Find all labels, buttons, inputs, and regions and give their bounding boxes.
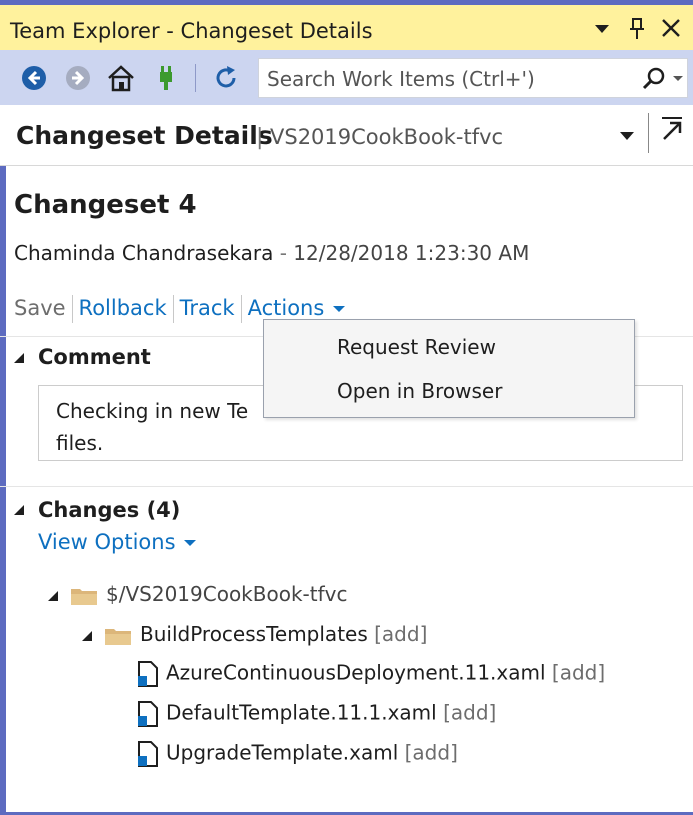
xaml-file-icon xyxy=(138,701,158,727)
search-box[interactable] xyxy=(258,58,688,98)
window-title: Team Explorer - Changeset Details xyxy=(10,19,373,43)
tree-node-label: DefaultTemplate.11.1.xaml xyxy=(166,700,437,725)
menu-item-label: Open in Browser xyxy=(337,379,503,403)
menu-item-label: Request Review xyxy=(337,335,496,359)
project-name: VS2019CookBook-tfvc xyxy=(270,125,504,149)
comment-heading[interactable]: Comment xyxy=(38,345,151,369)
undock-icon[interactable] xyxy=(658,115,686,147)
change-type-tag: [add] xyxy=(404,740,458,765)
actions-menu: Request Review Open in Browser xyxy=(263,319,635,418)
view-options-dropdown[interactable]: View Options xyxy=(38,530,198,554)
back-icon[interactable] xyxy=(20,64,48,92)
action-separator xyxy=(172,295,174,323)
page-title: Changeset Details xyxy=(16,121,273,150)
window-menu-dropdown-icon[interactable] xyxy=(594,17,610,49)
xaml-file-icon xyxy=(138,741,158,767)
folder-icon xyxy=(105,628,131,645)
rollback-link[interactable]: Rollback xyxy=(79,296,167,320)
header-divider xyxy=(648,113,649,153)
change-type-tag: [add] xyxy=(551,660,606,685)
changeset-author-line: Chaminda Chandrasekara - 12/28/2018 1:23… xyxy=(14,241,529,265)
close-icon[interactable] xyxy=(660,17,682,46)
save-link[interactable]: Save xyxy=(14,296,66,320)
change-type-tag: [add] xyxy=(443,700,497,725)
toolbar xyxy=(0,50,693,105)
tree-node-file[interactable]: AzureContinuousDeployment.11.xaml [add] xyxy=(136,660,605,688)
tree-node-label: $/VS2019CookBook-tfvc xyxy=(106,582,348,606)
changeset-date: 12/28/2018 1:23:30 AM xyxy=(293,241,530,265)
action-separator xyxy=(240,295,242,323)
menu-item-open-in-browser[interactable]: Open in Browser xyxy=(264,370,634,414)
comment-collapse-icon[interactable] xyxy=(12,350,26,369)
view-options-chevron-down-icon xyxy=(184,540,197,546)
section-divider xyxy=(0,486,693,487)
track-link[interactable]: Track xyxy=(180,296,235,320)
expand-icon[interactable] xyxy=(46,589,60,603)
page-dropdown-icon[interactable] xyxy=(618,125,636,149)
page-header: Changeset Details | VS2019CookBook-tfvc xyxy=(0,105,693,166)
xaml-file-icon xyxy=(138,661,158,687)
toolbar-separator xyxy=(195,64,196,92)
connect-icon[interactable] xyxy=(152,64,180,92)
actions-dropdown[interactable]: Actions xyxy=(248,296,347,320)
tree-node-label: UpgradeTemplate.xaml xyxy=(166,740,399,765)
pin-icon[interactable] xyxy=(627,17,647,48)
changeset-name: Changeset 4 xyxy=(14,190,197,220)
view-options-label: View Options xyxy=(38,530,176,554)
changes-collapse-icon[interactable] xyxy=(12,502,26,521)
change-type-tag: [add] xyxy=(374,622,428,646)
tree-node-folder[interactable]: BuildProcessTemplates [add] xyxy=(80,622,427,646)
refresh-icon[interactable] xyxy=(212,64,240,92)
changeset-author: Chaminda Chandrasekara xyxy=(14,241,274,265)
comment-line: files. xyxy=(56,431,104,455)
search-input[interactable] xyxy=(265,63,629,95)
search-dropdown-icon[interactable] xyxy=(671,68,685,92)
menu-item-request-review[interactable]: Request Review xyxy=(264,326,634,370)
tree-node-label: BuildProcessTemplates xyxy=(140,622,368,646)
expand-icon[interactable] xyxy=(80,629,94,643)
tree-node-file[interactable]: DefaultTemplate.11.1.xaml [add] xyxy=(136,700,496,728)
forward-icon[interactable] xyxy=(64,64,92,92)
author-date-separator: - xyxy=(279,241,287,265)
tree-node-label: AzureContinuousDeployment.11.xaml xyxy=(166,660,546,685)
search-icon[interactable] xyxy=(641,66,667,96)
actions-label: Actions xyxy=(247,296,325,320)
tree-node-file[interactable]: UpgradeTemplate.xaml [add] xyxy=(136,740,458,768)
header-separator: | xyxy=(256,125,264,150)
action-separator xyxy=(71,295,73,323)
title-bar: Team Explorer - Changeset Details xyxy=(0,0,693,50)
folder-icon xyxy=(71,588,97,605)
changes-heading[interactable]: Changes (4) xyxy=(38,498,180,522)
tree-node-root[interactable]: $/VS2019CookBook-tfvc xyxy=(46,582,347,606)
actions-chevron-down-icon xyxy=(332,306,345,312)
home-icon[interactable] xyxy=(106,64,134,92)
